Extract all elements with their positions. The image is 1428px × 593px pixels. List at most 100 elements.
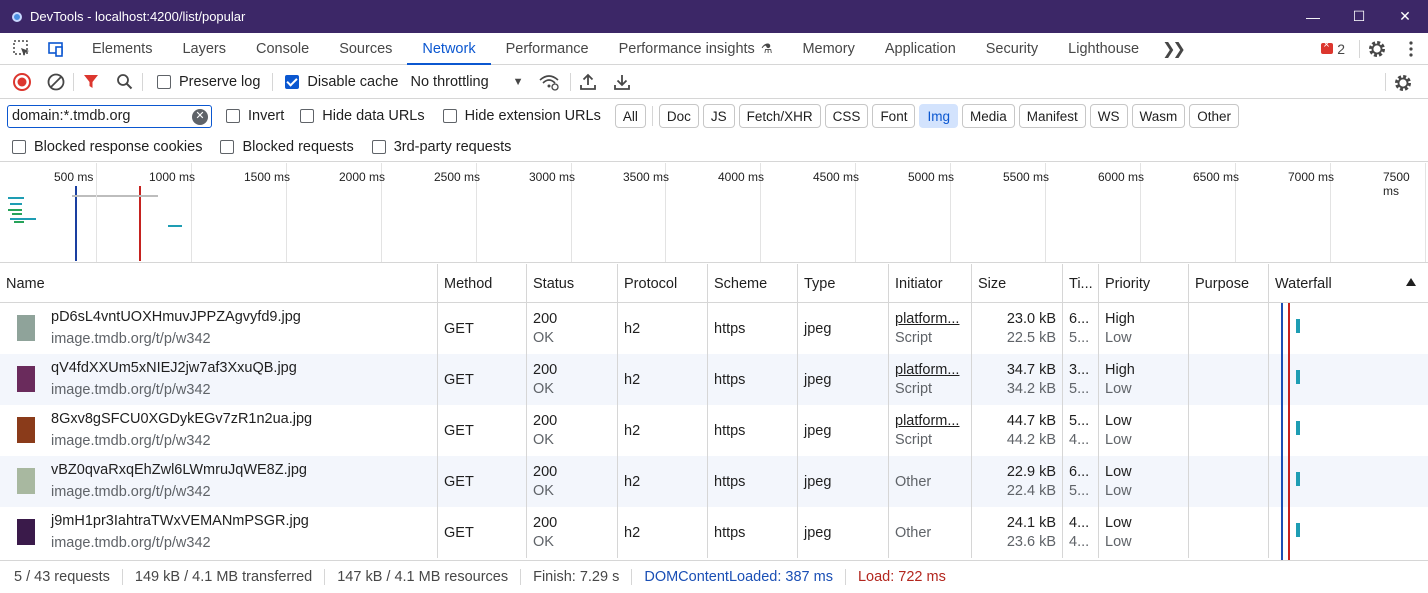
- tab-lighthouse[interactable]: Lighthouse: [1053, 33, 1154, 64]
- column-header-purpose[interactable]: Purpose: [1188, 264, 1268, 303]
- hide-data-urls-checkbox[interactable]: Hide data URLs: [300, 108, 425, 124]
- inspect-element-icon[interactable]: [5, 33, 39, 64]
- tab-performance[interactable]: Performance: [491, 33, 604, 64]
- hide-extension-urls-checkbox[interactable]: Hide extension URLs: [442, 108, 601, 124]
- tab-console[interactable]: Console: [241, 33, 324, 64]
- column-header-time[interactable]: Ti...: [1062, 264, 1098, 303]
- filter-funnel-icon[interactable]: [74, 66, 108, 99]
- third-party-requests-checkbox[interactable]: 3rd-party requests: [371, 139, 511, 155]
- table-row[interactable]: pD6sL4vntUOXHmuvJPPZAgvyfd9.jpg image.tmd…: [0, 303, 1428, 354]
- blocked-response-cookies-box[interactable]: [12, 140, 26, 154]
- waterfall-timing-bar[interactable]: [1296, 319, 1300, 333]
- cell-name[interactable]: vBZ0qvaRxqEhZwl6LWmruJqWE8Z.jpg image.tmd…: [0, 456, 437, 507]
- type-filter-css[interactable]: CSS: [824, 104, 869, 128]
- tab-layers[interactable]: Layers: [167, 33, 241, 64]
- type-filter-all[interactable]: All: [614, 104, 646, 128]
- column-header-type[interactable]: Type: [797, 264, 888, 303]
- type-filter-img[interactable]: Img: [919, 104, 958, 128]
- cell-status-secondary: OK: [533, 381, 554, 397]
- type-filter-ws[interactable]: WS: [1089, 104, 1128, 128]
- type-filter-media[interactable]: Media: [961, 104, 1015, 128]
- request-file-name: pD6sL4vntUOXHmuvJPPZAgvyfd9.jpg: [51, 309, 301, 325]
- table-row[interactable]: 8Gxv8gSFCU0XGDykEGv7zR1n2ua.jpg image.tmd…: [0, 405, 1428, 456]
- export-har-download-icon[interactable]: [605, 66, 639, 99]
- more-tabs-chevron-icon[interactable]: ❯❯: [1154, 33, 1191, 64]
- clear-log-icon[interactable]: [39, 66, 73, 99]
- network-overview-timeline[interactable]: 500 ms 1000 ms 1500 ms 2000 ms 2500 ms 3000 m…: [0, 163, 1428, 263]
- column-header-priority[interactable]: Priority: [1098, 264, 1188, 303]
- type-filter-fetch-xhr[interactable]: Fetch/XHR: [738, 104, 821, 128]
- column-header-name[interactable]: Name: [0, 264, 437, 303]
- column-header-status[interactable]: Status: [526, 264, 617, 303]
- cell-priority-value: High: [1105, 362, 1135, 378]
- table-row[interactable]: vBZ0qvaRxqEhZwl6LWmruJqWE8Z.jpg image.tmd…: [0, 456, 1428, 507]
- preserve-log-checkbox[interactable]: Preserve log: [157, 74, 260, 90]
- settings-gear-icon[interactable]: [1360, 32, 1394, 65]
- disable-cache-box[interactable]: [285, 75, 300, 89]
- cell-protocol-value: h2: [624, 473, 641, 490]
- waterfall-timing-bar[interactable]: [1296, 523, 1300, 537]
- table-row[interactable]: j9mH1pr3IahtraTWxVEMANmPSGR.jpg image.tmd…: [0, 507, 1428, 558]
- more-options-icon[interactable]: [1394, 32, 1428, 65]
- cell-name[interactable]: qV4fdXXUm5xNIEJ2jw7af3XxuQB.jpg image.tmd…: [0, 354, 437, 405]
- cell-initiator-value[interactable]: platform...: [895, 362, 971, 378]
- cell-initiator-value[interactable]: platform...: [895, 311, 971, 327]
- maximize-button[interactable]: ☐: [1336, 0, 1382, 33]
- cell-initiator-value[interactable]: platform...: [895, 413, 971, 429]
- waterfall-timing-bar[interactable]: [1296, 421, 1300, 435]
- record-stop-icon[interactable]: [5, 66, 39, 99]
- invert-box[interactable]: [226, 109, 240, 123]
- issues-counter[interactable]: 2: [1321, 39, 1345, 57]
- title-bar: DevTools - localhost:4200/list/popular —…: [0, 0, 1428, 33]
- column-header-protocol[interactable]: Protocol: [617, 264, 707, 303]
- preserve-log-box[interactable]: [157, 75, 171, 89]
- divider: [651, 106, 653, 126]
- cell-priority: High Low: [1098, 354, 1188, 405]
- disable-cache-checkbox[interactable]: Disable cache: [285, 74, 398, 90]
- clear-filter-icon[interactable]: ✕: [192, 108, 208, 125]
- type-filter-other[interactable]: Other: [1189, 104, 1240, 128]
- network-settings-gear-icon[interactable]: [1386, 66, 1420, 99]
- waterfall-timing-bar[interactable]: [1296, 370, 1300, 384]
- column-header-size[interactable]: Size: [971, 264, 1062, 303]
- column-header-scheme[interactable]: Scheme: [707, 264, 797, 303]
- minimize-button[interactable]: —: [1290, 0, 1336, 33]
- type-filter-wasm[interactable]: Wasm: [1131, 104, 1186, 128]
- blocked-requests-box[interactable]: [220, 140, 235, 154]
- type-filter-font[interactable]: Font: [872, 104, 916, 128]
- tab-sources[interactable]: Sources: [324, 33, 407, 64]
- tab-network[interactable]: Network: [407, 33, 491, 65]
- column-header-method[interactable]: Method: [437, 264, 526, 303]
- tab-security[interactable]: Security: [971, 33, 1053, 64]
- type-filter-manifest[interactable]: Manifest: [1018, 104, 1086, 128]
- throttling-select[interactable]: No throttling ▼: [410, 74, 523, 90]
- search-icon[interactable]: [108, 66, 142, 99]
- cell-name[interactable]: 8Gxv8gSFCU0XGDykEGv7zR1n2ua.jpg image.tmd…: [0, 405, 437, 456]
- waterfall-timing-bar[interactable]: [1296, 472, 1300, 486]
- tab-performance-insights[interactable]: Performance insights ⚗: [604, 33, 788, 64]
- import-har-upload-icon[interactable]: [571, 66, 605, 99]
- cell-name[interactable]: pD6sL4vntUOXHmuvJPPZAgvyfd9.jpg image.tmd…: [0, 303, 437, 354]
- dom-content-loaded-time: DOMContentLoaded: 387 ms: [632, 569, 846, 585]
- hide-extension-urls-box[interactable]: [442, 109, 457, 123]
- network-conditions-wifi-icon[interactable]: [532, 66, 566, 99]
- hide-data-urls-box[interactable]: [300, 109, 315, 123]
- invert-checkbox[interactable]: Invert: [226, 108, 284, 124]
- tab-memory[interactable]: Memory: [787, 33, 869, 64]
- type-filter-doc[interactable]: Doc: [658, 104, 699, 128]
- close-button[interactable]: ✕: [1382, 0, 1428, 33]
- third-party-requests-box[interactable]: [371, 140, 386, 154]
- cell-name[interactable]: j9mH1pr3IahtraTWxVEMANmPSGR.jpg image.tmd…: [0, 507, 437, 558]
- cell-status-secondary: OK: [533, 534, 554, 550]
- type-filter-js[interactable]: JS: [702, 104, 735, 128]
- tab-application[interactable]: Application: [870, 33, 971, 64]
- column-header-initiator[interactable]: Initiator: [888, 264, 971, 303]
- table-row[interactable]: qV4fdXXUm5xNIEJ2jw7af3XxuQB.jpg image.tmd…: [0, 354, 1428, 405]
- device-toolbar-icon[interactable]: [39, 33, 73, 64]
- column-header-waterfall[interactable]: Waterfall: [1268, 264, 1428, 303]
- blocked-requests-checkbox[interactable]: Blocked requests: [220, 139, 354, 155]
- tab-elements[interactable]: Elements: [77, 33, 167, 64]
- blocked-response-cookies-checkbox[interactable]: Blocked response cookies: [12, 139, 202, 155]
- waterfall-dom-content-loaded-line: [1281, 303, 1283, 560]
- filter-input[interactable]: domain:*.tmdb.org ✕: [7, 104, 212, 128]
